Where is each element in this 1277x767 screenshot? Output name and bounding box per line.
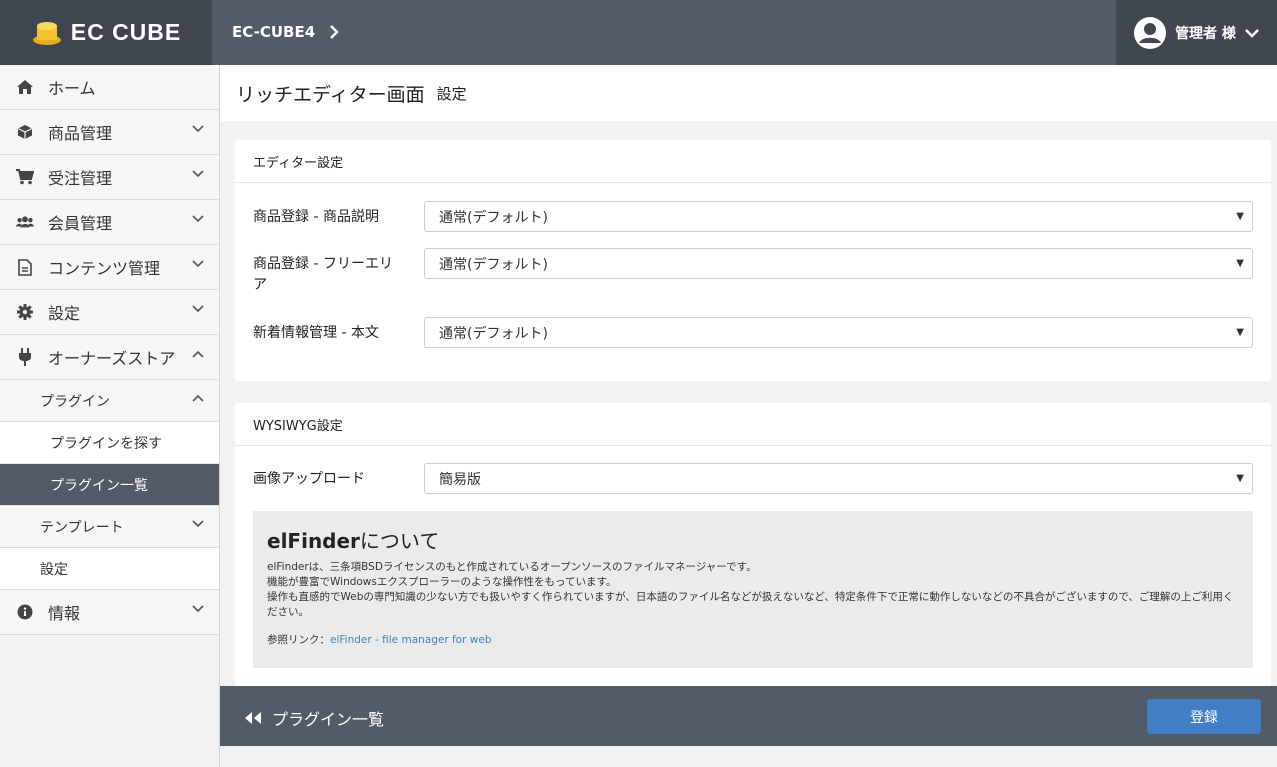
caret-down-icon: ▼ — [1236, 258, 1244, 269]
double-chevron-left-icon — [245, 712, 261, 724]
form-row: 商品登録 - フリーエリア 通常(デフォルト) ▼ — [253, 248, 1253, 298]
form-label: 画像アップロード — [253, 471, 365, 487]
cart-icon — [16, 168, 34, 186]
chevron-down-icon — [192, 125, 204, 133]
form-row: 画像アップロード 簡易版 ▼ — [253, 463, 1253, 496]
reference-line: 参照リンク：elFinder - file manager for web — [267, 633, 1239, 648]
breadcrumb-shop[interactable]: EC-CUBE4 — [232, 23, 315, 41]
users-icon — [16, 213, 34, 231]
info-line: 機能が豊富でWindowsエクスプローラーのような操作性をもっています。 — [267, 576, 617, 588]
sidebar-item-settings[interactable]: 設定 — [0, 290, 219, 335]
page-title-bar: リッチエディター画面 設定 — [220, 65, 1277, 121]
chevron-down-icon — [192, 305, 204, 313]
sidebar-item-label: プラグイン一覧 — [50, 477, 148, 494]
sidebar-item-label: 情報 — [48, 604, 81, 623]
sidebar-item-label: 受注管理 — [48, 169, 113, 188]
chevron-up-icon — [192, 350, 204, 358]
page-subtitle: 設定 — [436, 84, 467, 103]
sidebar-item-template[interactable]: テンプレート — [0, 506, 219, 548]
chevron-down-icon — [192, 260, 204, 268]
user-menu[interactable]: 管理者 様 — [1116, 0, 1277, 65]
select-value: 通常(デフォルト) — [439, 325, 548, 342]
info-title: elFinderについて — [267, 529, 440, 553]
select-value: 通常(デフォルト) — [439, 209, 548, 226]
form-row: 新着情報管理 - 本文 通常(デフォルト) ▼ — [253, 317, 1253, 350]
sidebar-item-customers[interactable]: 会員管理 — [0, 200, 219, 245]
page-title: リッチエディター画面 — [236, 83, 425, 106]
sidebar-item-plugin-list[interactable]: プラグイン一覧 — [0, 464, 219, 506]
sidebar-item-owners-store[interactable]: オーナーズストア — [0, 335, 219, 380]
register-button[interactable]: 登録 — [1147, 699, 1261, 734]
caret-down-icon: ▼ — [1236, 211, 1244, 222]
info-line: 操作も直感的でWebの専門知識の少ない方でも扱いやすく作られていますが、日本語の… — [267, 591, 1234, 618]
sidebar-item-label: 設定 — [40, 561, 68, 578]
top-header: EC CUBE EC-CUBE4 管理者 様 — [0, 0, 1277, 65]
sidebar-item-content[interactable]: コンテンツ管理 — [0, 245, 219, 290]
chevron-down-icon — [1245, 28, 1259, 38]
elfinder-info-box: elFinderについて elFinderは、三条項BSDライセンスのもと作成さ… — [253, 511, 1253, 668]
home-icon — [16, 78, 34, 96]
sidebar: ホーム 商品管理 受注管理 会員管理 コンテンツ管理 設定 オーナーズストア プ… — [0, 65, 220, 767]
chevron-down-icon — [192, 215, 204, 223]
sidebar-item-label: ホーム — [48, 79, 96, 98]
sidebar-item-home[interactable]: ホーム — [0, 65, 219, 110]
gear-icon — [16, 303, 34, 321]
footer-action-bar: プラグイン一覧 登録 — [220, 686, 1277, 746]
sidebar-item-label: 設定 — [48, 304, 81, 323]
wysiwyg-settings-card: WYSIWYG設定 画像アップロード 簡易版 ▼ elFinderについて el… — [235, 403, 1271, 686]
logo-text: EC CUBE — [70, 19, 182, 45]
sidebar-item-label: テンプレート — [40, 519, 124, 536]
info-icon — [16, 603, 34, 621]
sidebar-item-label: オーナーズストア — [48, 349, 176, 368]
form-label: 商品登録 - 商品説明 — [253, 209, 379, 225]
sidebar-item-label: 会員管理 — [48, 214, 113, 233]
cube-icon — [16, 123, 34, 141]
card-header: エディター設定 — [235, 140, 1271, 183]
sidebar-item-info[interactable]: 情報 — [0, 590, 219, 635]
caret-down-icon: ▼ — [1236, 473, 1244, 484]
image-upload-select[interactable]: 簡易版 ▼ — [424, 463, 1253, 494]
card-header: WYSIWYG設定 — [235, 403, 1271, 446]
select-value: 通常(デフォルト) — [439, 256, 548, 273]
sidebar-item-orders[interactable]: 受注管理 — [0, 155, 219, 200]
sidebar-item-plugin[interactable]: プラグイン — [0, 380, 219, 422]
form-row: 商品登録 - 商品説明 通常(デフォルト) ▼ — [253, 201, 1253, 234]
editor-settings-card: エディター設定 商品登録 - 商品説明 通常(デフォルト) ▼ 商品登録 - フ… — [235, 140, 1271, 381]
caret-down-icon: ▼ — [1236, 327, 1244, 338]
reference-label: 参照リンク： — [267, 634, 330, 646]
plug-icon — [16, 348, 34, 366]
select-value: 簡易版 — [439, 471, 481, 488]
form-label: 商品登録 - フリーエリア — [253, 256, 393, 293]
info-line: elFinderは、三条項BSDライセンスのもと作成されているオープンソースのフ… — [267, 561, 757, 573]
sidebar-item-products[interactable]: 商品管理 — [0, 110, 219, 155]
sidebar-item-label: プラグイン — [40, 393, 110, 410]
sidebar-item-plugin-search[interactable]: プラグインを探す — [0, 422, 219, 464]
file-icon — [16, 258, 34, 276]
sidebar-item-label: プラグインを探す — [50, 435, 162, 452]
chevron-right-icon — [330, 25, 339, 39]
sidebar-item-label: 商品管理 — [48, 124, 113, 143]
back-to-plugin-list-link[interactable]: プラグイン一覧 — [244, 706, 384, 730]
chevron-down-icon — [192, 605, 204, 613]
back-label: プラグイン一覧 — [272, 710, 385, 729]
form-label: 新着情報管理 - 本文 — [253, 325, 379, 341]
chevron-up-icon — [192, 394, 204, 402]
free-area-editor-select[interactable]: 通常(デフォルト) ▼ — [424, 248, 1253, 279]
sidebar-item-store-setting[interactable]: 設定 — [0, 548, 219, 590]
logo[interactable]: EC CUBE — [0, 0, 212, 65]
elfinder-link[interactable]: elFinder - file manager for web — [330, 634, 491, 646]
user-avatar-icon — [1134, 16, 1167, 49]
breadcrumb[interactable]: EC-CUBE4 — [232, 20, 339, 44]
cube-logo-icon — [32, 21, 61, 45]
product-description-editor-select[interactable]: 通常(デフォルト) ▼ — [424, 201, 1253, 232]
chevron-down-icon — [192, 520, 204, 528]
news-body-editor-select[interactable]: 通常(デフォルト) ▼ — [424, 317, 1253, 348]
chevron-down-icon — [192, 170, 204, 178]
sidebar-item-label: コンテンツ管理 — [48, 259, 161, 278]
user-name: 管理者 様 — [1175, 25, 1236, 42]
